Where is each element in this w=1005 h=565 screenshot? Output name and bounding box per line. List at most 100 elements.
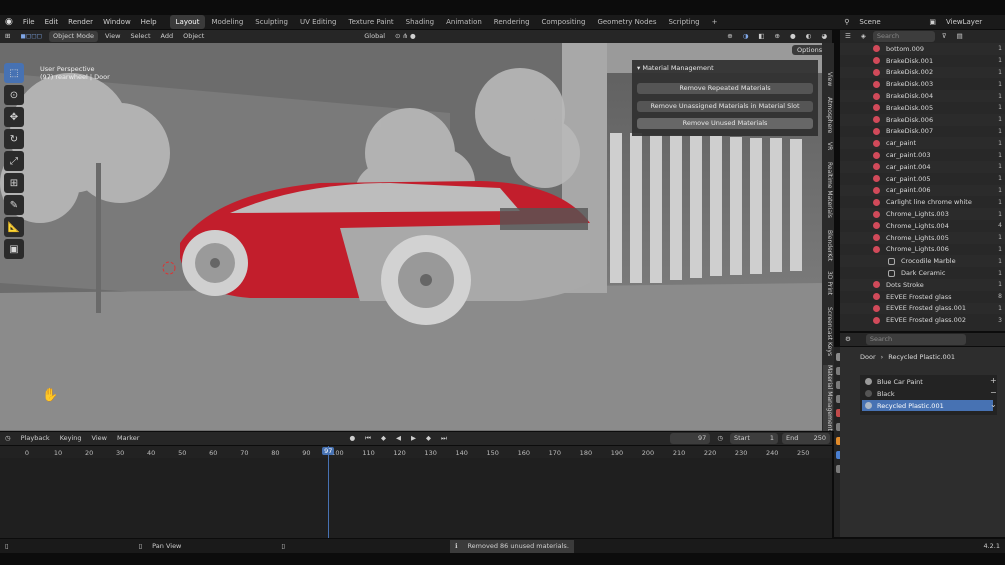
remove-unassigned-materials-button[interactable]: Remove Unassigned Materials in Material … (637, 101, 813, 112)
display-mode-icon[interactable]: ◈ (856, 30, 871, 43)
outliner-row[interactable]: car_paint.004 1 (840, 160, 1005, 173)
material-slot-black[interactable]: Black (862, 388, 993, 399)
outliner-search[interactable]: Search (872, 31, 935, 42)
tab-3d-print[interactable]: 3D Print (823, 269, 833, 297)
remove-slot-icon[interactable]: − (990, 387, 1000, 399)
scene-icon[interactable]: ⚲ (839, 15, 854, 29)
breadcrumb-object[interactable]: Door (860, 353, 876, 361)
outliner-row[interactable]: Chrome_Lights.004 4 (840, 220, 1005, 232)
workspace-tab-uv-editing[interactable]: UV Editing (294, 15, 343, 29)
tab-blenderkit[interactable]: BlenderKit (823, 227, 833, 265)
workspace-tab-shading[interactable]: Shading (400, 15, 440, 29)
move-tool-icon[interactable]: ✥ (4, 107, 24, 127)
slot-specials-icon[interactable]: ⌄ (990, 399, 1000, 411)
filter-icon[interactable]: ⊽ (937, 30, 952, 43)
workspace-tab-texture-paint[interactable]: Texture Paint (343, 15, 400, 29)
tab-atmosphere[interactable]: Atmosphere (823, 95, 833, 135)
outliner-row[interactable]: car_paint.005 1 (840, 173, 1005, 185)
start-frame-field[interactable]: Start 1 (730, 433, 778, 444)
material-slot-blue-car-paint[interactable]: Blue Car Paint (862, 376, 993, 387)
outliner-row[interactable]: car_paint.003 1 (840, 149, 1005, 161)
play-reverse-icon[interactable]: ◀ (391, 432, 406, 445)
playhead-frame-label[interactable]: 97 (322, 447, 335, 455)
tab-realtime-materials[interactable]: Realtime Materials (823, 159, 833, 221)
jump-start-icon[interactable]: ⏮ (360, 432, 376, 445)
properties-editor-icon[interactable]: ⚙ (840, 333, 856, 346)
menu-view[interactable]: View (100, 30, 125, 43)
blender-logo-icon[interactable]: ◉ (0, 15, 18, 29)
viewlayer-selector[interactable]: ViewLayer (941, 15, 1005, 29)
menu-marker[interactable]: Marker (112, 432, 144, 445)
outliner-row[interactable]: BrakeDisk.003 1 (840, 78, 1005, 90)
select-tool-icon[interactable]: ⬚ (4, 63, 24, 83)
jump-end-icon[interactable]: ⏭ (436, 432, 452, 445)
menu-help[interactable]: Help (136, 15, 162, 29)
outliner-row[interactable]: car_paint 1 (840, 137, 1005, 150)
menu-render[interactable]: Render (63, 15, 98, 29)
menu-add[interactable]: Add (156, 30, 179, 43)
outliner-row[interactable]: EEVEE Frosted glass.001 1 (840, 302, 1005, 315)
current-frame-field[interactable]: 97 (670, 433, 711, 444)
shading-solid-icon[interactable]: ● (785, 30, 801, 43)
menu-file[interactable]: File (18, 15, 40, 29)
outliner-row[interactable]: Dark Ceramic 1 (840, 267, 1005, 279)
pan-hand-icon[interactable]: ✋ (42, 388, 58, 403)
viewlayer-icon[interactable]: ▣ (924, 15, 941, 29)
menu-edit[interactable]: Edit (40, 15, 64, 29)
workspace-tab-animation[interactable]: Animation (440, 15, 488, 29)
new-collection-icon[interactable]: ▤ (952, 30, 968, 43)
workspace-tab-sculpting[interactable]: Sculpting (249, 15, 294, 29)
menu-select[interactable]: Select (125, 30, 155, 43)
timeline-editor-icon[interactable]: ◷ (0, 432, 16, 445)
autokey-icon[interactable]: ● (344, 432, 360, 445)
play-icon[interactable]: ▶ (406, 432, 421, 445)
playhead[interactable] (328, 446, 330, 538)
outliner-row[interactable]: BrakeDisk.002 1 (840, 66, 1005, 79)
end-frame-field[interactable]: End 250 (782, 433, 830, 444)
gizmo-toggle-icon[interactable]: ⊕ (722, 30, 737, 43)
breadcrumb-material[interactable]: Recycled Plastic.001 (888, 353, 955, 361)
panel-title[interactable]: ▾ Material Management (637, 64, 714, 72)
menu-timeline-view[interactable]: View (87, 432, 112, 445)
outliner-row[interactable]: BrakeDisk.005 1 (840, 102, 1005, 114)
jump-keyframe-forward-icon[interactable]: ◆ (421, 432, 436, 445)
outliner-editor-icon[interactable]: ☰ (840, 30, 856, 43)
snap-icon[interactable]: ⊙ ⋔ ● (390, 30, 421, 43)
outliner-row[interactable]: BrakeDisk.007 1 (840, 126, 1005, 138)
jump-keyframe-back-icon[interactable]: ◆ (376, 432, 391, 445)
rotate-tool-icon[interactable]: ↻ (4, 129, 24, 149)
frame-ruler[interactable]: 0 10 20 30 40 50 60 70 80 90 100 110 120 130 140 150 160… (0, 446, 832, 458)
cursor-tool-icon[interactable]: ⊙ (4, 85, 24, 105)
xray-toggle-icon[interactable]: ◧ (753, 30, 769, 43)
workspace-tab-modeling[interactable]: Modeling (205, 15, 249, 29)
timeline-area[interactable] (0, 458, 832, 538)
outliner-row[interactable]: Dots Stroke 1 (840, 278, 1005, 291)
properties-search[interactable]: Search (865, 334, 966, 345)
workspace-tab-compositing[interactable]: Compositing (536, 15, 592, 29)
outliner-row[interactable]: Crocodile Marble 1 (840, 255, 1005, 268)
outliner-row[interactable]: Chrome_Lights.006 1 (840, 244, 1005, 256)
scale-tool-icon[interactable]: ⤢ (4, 151, 24, 171)
outliner-row[interactable]: EEVEE Frosted glass 8 (840, 291, 1005, 303)
mode-dropdown[interactable]: Object Mode (49, 31, 98, 42)
outliner-row[interactable]: car_paint.006 1 (840, 184, 1005, 197)
overlay-toggle-icon[interactable]: ◑ (738, 30, 754, 43)
outliner-row[interactable]: Chrome_Lights.003 1 (840, 208, 1005, 220)
shading-rendered-icon[interactable]: ◕ (816, 30, 832, 43)
tab-vr[interactable]: VR (823, 139, 833, 153)
remove-unused-materials-button[interactable]: Remove Unused Materials (637, 118, 813, 129)
tab-material-management[interactable]: Material Management (823, 365, 833, 431)
tab-view[interactable]: View (823, 65, 833, 93)
transform-orientation-dropdown[interactable]: Global (359, 30, 390, 43)
shading-material-icon[interactable]: ◐ (801, 30, 817, 43)
outliner-row[interactable]: BrakeDisk.004 1 (840, 90, 1005, 102)
menu-object[interactable]: Object (178, 30, 209, 43)
workspace-tab-geometry-nodes[interactable]: Geometry Nodes (591, 15, 662, 29)
annotate-tool-icon[interactable]: ✎ (4, 195, 24, 215)
menu-window[interactable]: Window (98, 15, 136, 29)
menu-playback[interactable]: Playback (16, 432, 55, 445)
add-cube-tool-icon[interactable]: ▣ (4, 239, 24, 259)
outliner-row[interactable]: Carlight line chrome white 1 (840, 196, 1005, 208)
measure-tool-icon[interactable]: 📐 (4, 217, 24, 237)
outliner-row[interactable]: BrakeDisk.001 1 (840, 55, 1005, 67)
